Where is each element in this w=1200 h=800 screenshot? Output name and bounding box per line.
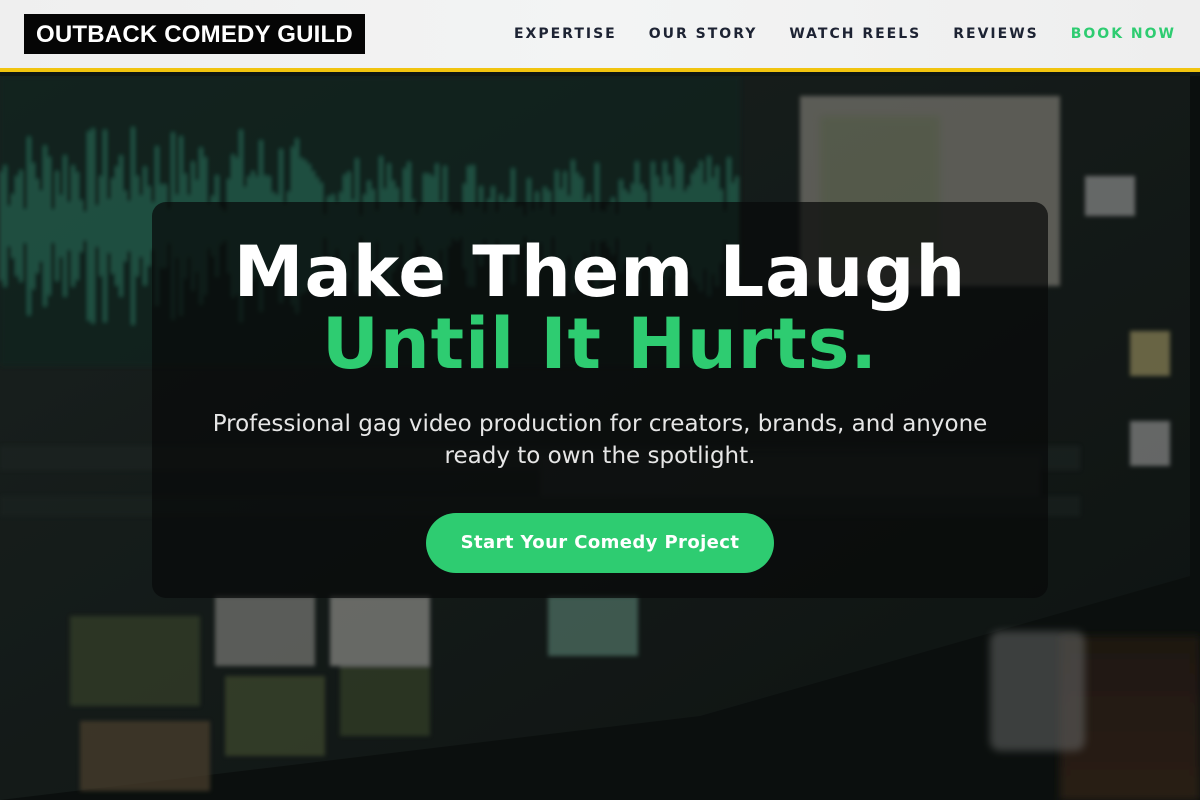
site-logo[interactable]: OUTBACK COMEDY GUILD xyxy=(24,14,365,54)
site-header: OUTBACK COMEDY GUILD EXPERTISE OUR STORY… xyxy=(0,0,1200,72)
hero-subtitle: Professional gag video production for cr… xyxy=(212,411,988,469)
nav-link-reviews[interactable]: REVIEWS xyxy=(953,26,1038,42)
hero-headline: Make Them Laugh Until It Hurts. xyxy=(152,236,1048,380)
main-nav: EXPERTISE OUR STORY WATCH REELS REVIEWS … xyxy=(482,26,1176,42)
headline-line-2: Until It Hurts. xyxy=(321,303,879,385)
start-comedy-project-button[interactable]: Start Your Comedy Project xyxy=(426,513,774,573)
headline-line-1: Make Them Laugh xyxy=(233,231,967,313)
hero-section: Make Them Laugh Until It Hurts. Professi… xyxy=(0,76,1200,800)
nav-link-book-now[interactable]: BOOK NOW xyxy=(1071,26,1176,42)
nav-link-our-story[interactable]: OUR STORY xyxy=(649,26,758,42)
nav-link-watch-reels[interactable]: WATCH REELS xyxy=(789,26,921,42)
hero-card: Make Them Laugh Until It Hurts. Professi… xyxy=(152,202,1048,598)
nav-link-expertise[interactable]: EXPERTISE xyxy=(514,26,617,42)
